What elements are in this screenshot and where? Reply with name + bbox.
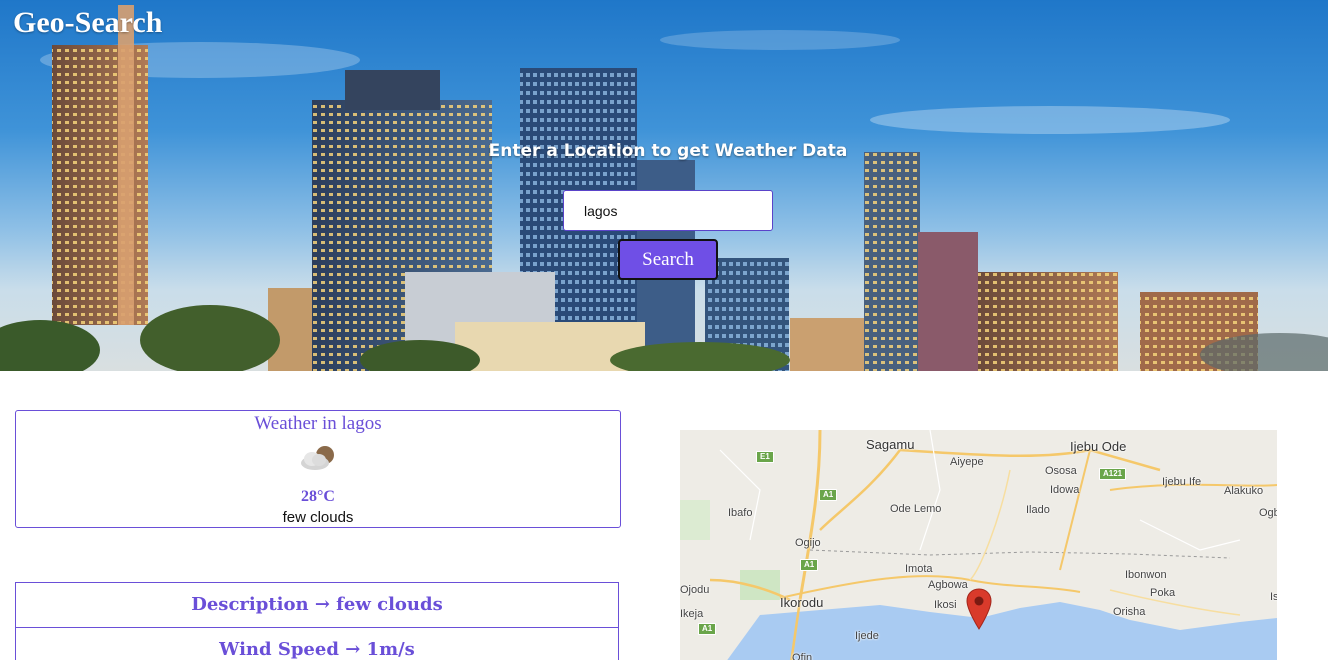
map-label-ikosi: Ikosi [934, 599, 957, 611]
map-label-ibonwon: Ibonwon [1125, 569, 1167, 581]
map-label-ikeja: Ikeja [680, 608, 704, 620]
map-label-is: Is [1270, 591, 1277, 603]
map-label-ilado: Ilado [1026, 504, 1050, 516]
description-row: Description → few clouds [15, 582, 619, 628]
map-label-aiyepe: Aiyepe [950, 456, 984, 468]
road-shield-a121: A121 [1099, 468, 1127, 480]
map-label-ijede: Ijede [855, 630, 879, 642]
map-label-ode-lemo: Ode Lemo [890, 503, 942, 515]
weather-card: Weather in lagos 28°C few clouds [15, 410, 621, 528]
map-label-idowa: Idowa [1050, 484, 1080, 496]
weather-title: Weather in lagos [254, 413, 382, 434]
wind-speed-row: Wind Speed → 1m/s [15, 627, 619, 660]
weather-description: few clouds [282, 509, 354, 526]
road-shield-a1: A1 [698, 623, 717, 635]
location-search-input[interactable] [563, 190, 773, 231]
map-label-ijebu-ode: Ijebu Ode [1070, 439, 1127, 454]
few-clouds-icon [301, 446, 334, 470]
map-label-agbowa: Agbowa [928, 579, 968, 591]
map-label-imota: Imota [905, 563, 933, 575]
search-button[interactable]: Search [618, 239, 718, 280]
search-prompt: Enter a Location to get Weather Data [488, 141, 848, 161]
map-label-ososa: Ososa [1045, 465, 1077, 477]
map-label-ofin: Ofin [792, 652, 813, 660]
road-shield-e1: E1 [756, 451, 774, 463]
city-skyline-image [0, 5, 1328, 371]
map-label-ogijo: Ogijo [795, 537, 821, 549]
map-label-poka: Poka [1150, 587, 1176, 599]
map-label-orisha: Orisha [1113, 606, 1146, 618]
site-logo[interactable]: Geo-Search [13, 6, 162, 40]
map-label-alakuko: Alakuko [1224, 485, 1264, 497]
location-marker-icon[interactable] [966, 588, 992, 630]
temperature-value: 28°C [301, 488, 335, 505]
road-shield-a1: A1 [800, 559, 819, 571]
map-label-ijebu-ife: Ijebu Ife [1162, 476, 1202, 488]
map-label-ikorodu: Ikorodu [780, 595, 824, 610]
map-label-sagamu: Sagamu [866, 437, 915, 452]
map-label-ojodu: Ojodu [680, 584, 710, 596]
map-label-ibafo: Ibafo [728, 507, 753, 519]
map-label-ogb: Ogb [1259, 507, 1277, 519]
hero-banner: Geo-Search Enter a Location to get Weath… [0, 0, 1328, 371]
road-shield-a1: A1 [819, 489, 838, 501]
